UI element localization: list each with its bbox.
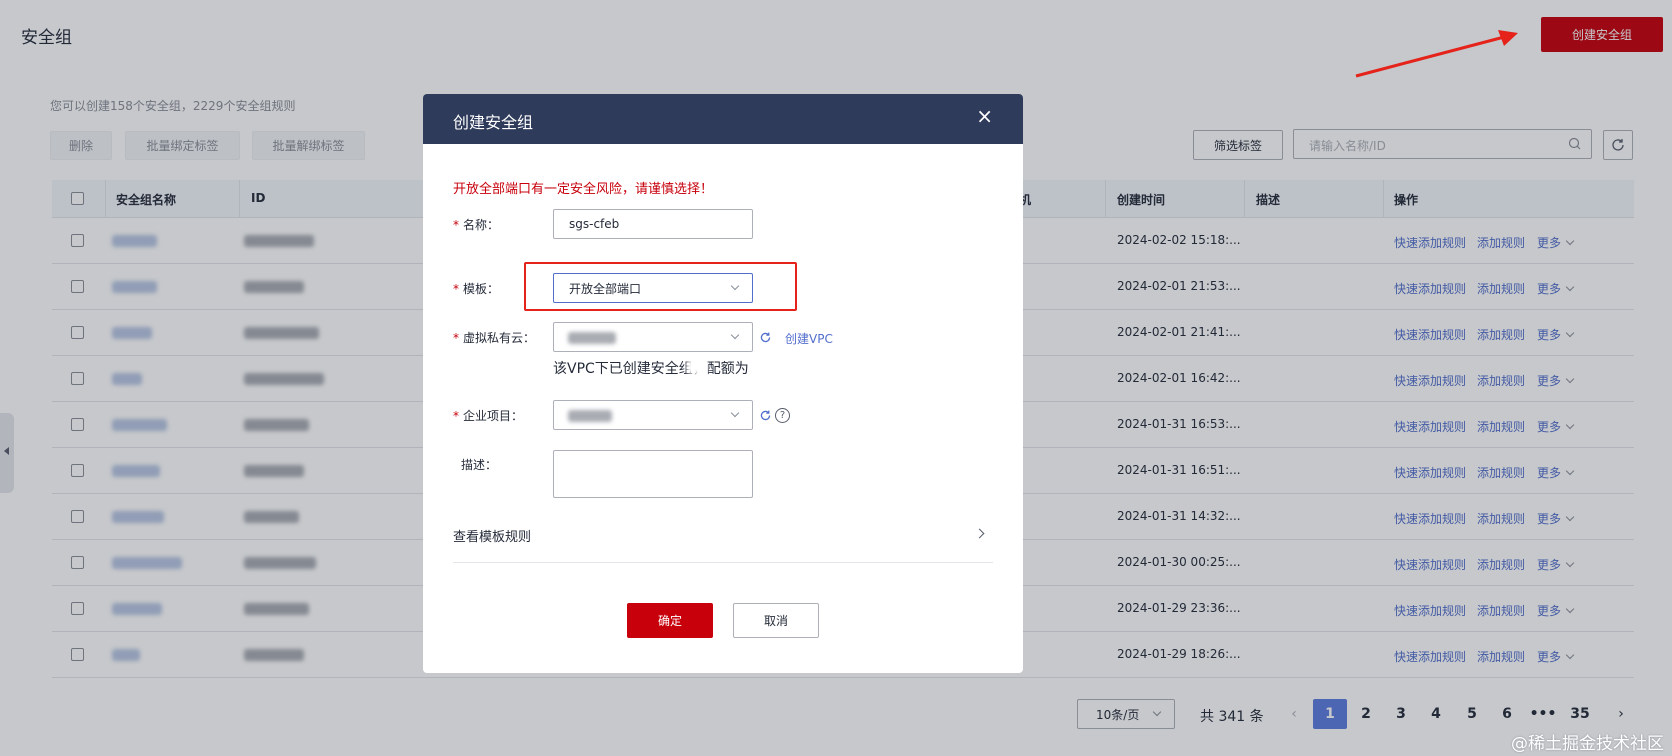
name-input[interactable]: sgs-cfeb: [553, 209, 753, 239]
dialog-title: 创建安全组: [453, 113, 534, 132]
redacted-quota: [777, 360, 803, 374]
create-vpc-link[interactable]: 创建VPC: [785, 330, 833, 347]
view-template-rules[interactable]: 查看模板规则: [453, 526, 531, 545]
refresh-vpc-icon[interactable]: [759, 331, 772, 344]
divider: [453, 562, 993, 563]
annotation-arrow: [1355, 30, 1518, 78]
dialog-header: 创建安全组 ×: [423, 94, 1023, 144]
description-textarea[interactable]: [553, 450, 753, 498]
chevron-down-icon: [730, 408, 740, 418]
vpc-label: * 虚拟私有云：: [453, 331, 536, 345]
vpc-quota-note: 该VPC下已创建安全组，配额为: [553, 361, 749, 377]
security-group-page: 安全组 创建安全组 您可以创建158个安全组，2229个安全组规则 删除 批量绑…: [0, 0, 1672, 756]
template-label: * 模板：: [453, 282, 500, 296]
close-icon[interactable]: ×: [976, 106, 993, 126]
template-value: 开放全部端口: [569, 281, 642, 296]
vpc-select[interactable]: [553, 322, 753, 352]
template-select[interactable]: 开放全部端口: [553, 273, 753, 303]
help-icon[interactable]: ?: [775, 408, 790, 423]
refresh-project-icon[interactable]: [759, 409, 772, 422]
create-security-group-dialog: 创建安全组 × 开放全部端口有一定安全风险，请谨慎选择！ * 名称： sgs-cf…: [423, 94, 1023, 673]
project-label: * 企业项目：: [453, 409, 524, 423]
desc-label: 描述：: [461, 458, 498, 472]
chevron-down-icon: [730, 281, 740, 291]
chevron-right-icon[interactable]: [974, 528, 985, 539]
project-select[interactable]: [553, 400, 753, 430]
cancel-button[interactable]: 取消: [733, 603, 819, 638]
name-label: * 名称：: [453, 218, 500, 232]
risk-warning: 开放全部端口有一定安全风险，请谨慎选择！: [453, 182, 714, 197]
confirm-button[interactable]: 确定: [627, 603, 713, 638]
chevron-down-icon: [730, 330, 740, 340]
watermark: @稀土掘金技术社区: [1511, 734, 1664, 754]
redacted-vpc: [568, 332, 616, 344]
redacted-count: [687, 360, 707, 374]
redacted-project: [568, 410, 612, 422]
